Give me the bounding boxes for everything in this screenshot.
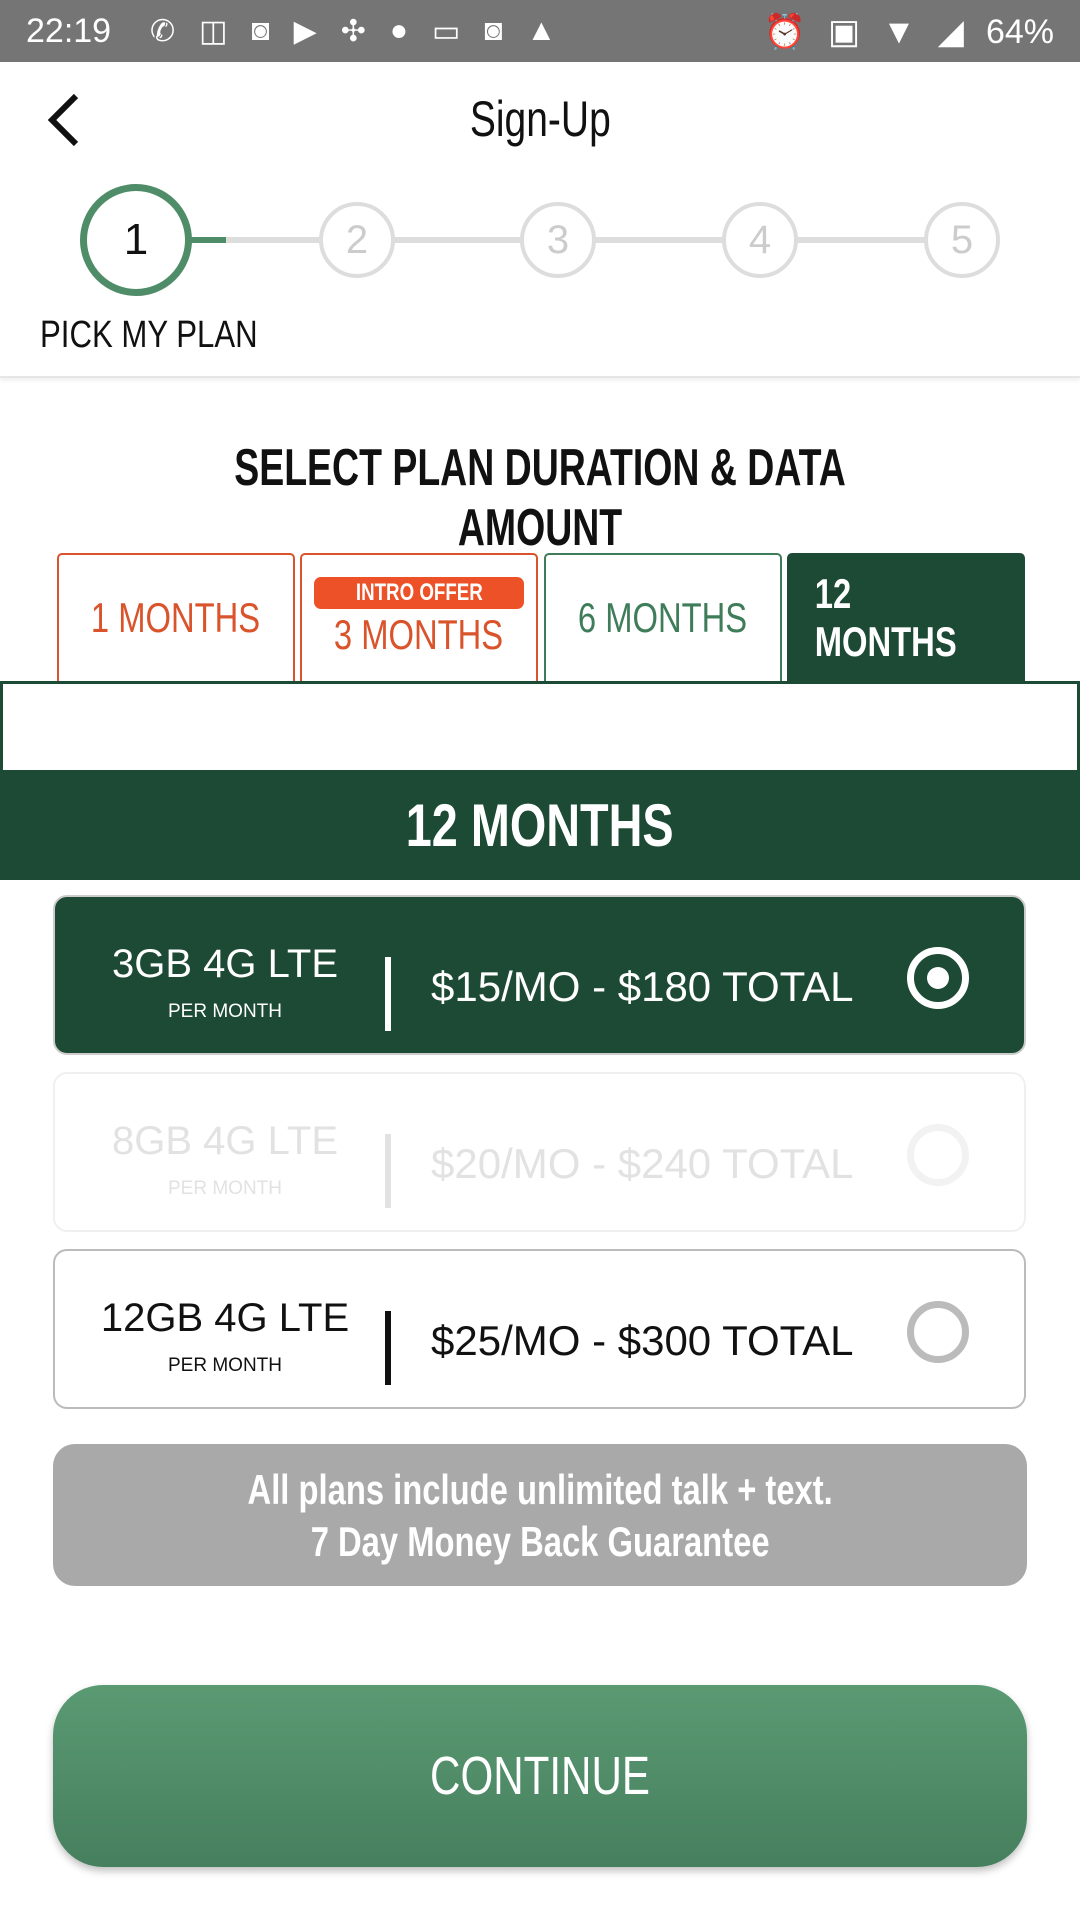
apple-icon: ● (389, 14, 408, 47)
plan-price: $25/MO - $300 TOTAL (431, 1317, 854, 1364)
radio-disabled-icon (907, 1124, 969, 1186)
step-3: 3 (520, 202, 596, 278)
divider (385, 957, 391, 1031)
status-bar: 22:19 ✆ ◫ ◙ ▶ ✣ ● ▭ ◙ ▲ ⏰ ▣ ▼ ◢ 64% (0, 0, 1080, 62)
plan-option-12gb[interactable]: 12GB 4G LTE PER MONTH $25/MO - $300 TOTA… (53, 1249, 1026, 1409)
selected-duration-banner: 12 MONTHS (0, 770, 1080, 880)
tab-6-months[interactable]: 6 MONTHS (544, 553, 782, 683)
whatsapp-icon: ✆ (150, 15, 176, 48)
header: Sign-Up 1 2 3 4 5 PICK MY PLAN (0, 62, 1080, 378)
notification-icons: ✆ ◫ ◙ ▶ ✣ ● ▭ ◙ ▲ (150, 14, 556, 49)
plan-price: $20/MO - $240 TOTAL (431, 1140, 854, 1187)
wifi-icon: ▼ (882, 12, 916, 51)
cast-icon: ▣ (828, 13, 861, 51)
signal-icon: ◢ (937, 13, 964, 51)
step-2: 2 (319, 202, 395, 278)
plan-per: PER MONTH (168, 1178, 282, 1199)
divider (385, 1311, 391, 1385)
status-time: 22:19 (26, 12, 112, 50)
step-5: 5 (924, 202, 1000, 278)
tab-1-months[interactable]: 1 MONTHS (57, 553, 295, 683)
battery-percent: 64% (985, 12, 1054, 51)
intro-offer-badge: INTRO OFFER (314, 577, 524, 609)
gallery-icon: ▲ (526, 14, 557, 47)
radio-selected-icon[interactable] (907, 947, 969, 1009)
step-4: 4 (722, 202, 798, 278)
continue-button[interactable]: CONTINUE (53, 1685, 1027, 1867)
plan-option-3gb[interactable]: 3GB 4G LTE PER MONTH $15/MO - $180 TOTAL (53, 895, 1026, 1055)
divider (385, 1134, 391, 1208)
step-1: 1 (80, 184, 192, 296)
plan-data: 8GB 4G LTE (111, 1119, 338, 1163)
info-line-2: 7 Day Money Back Guarantee (310, 1518, 770, 1565)
pinwheel-icon: ✣ (340, 15, 366, 48)
plan-price: $15/MO - $180 TOTAL (431, 963, 854, 1010)
plan-option-8gb: 8GB 4G LTE PER MONTH $20/MO - $240 TOTAL (53, 1072, 1026, 1232)
instagram-icon: ◙ (251, 14, 270, 47)
radio-unselected-icon[interactable] (907, 1301, 969, 1363)
instagram-icon: ◙ (484, 14, 503, 47)
info-line-1: All plans include unlimited talk + text. (247, 1466, 833, 1513)
plan-per: PER MONTH (168, 1001, 282, 1022)
plan-per: PER MONTH (168, 1355, 282, 1376)
page-title: Sign-Up (469, 91, 611, 147)
tab-12-months[interactable]: 12 MONTHS (787, 553, 1025, 683)
http-icon: ▭ (431, 15, 461, 48)
section-heading: SELECT PLAN DURATION & DATA AMOUNT (234, 439, 846, 557)
step-progress-line (190, 237, 226, 243)
plan-data: 3GB 4G LTE (111, 942, 338, 986)
book-icon: ◫ (199, 15, 228, 48)
system-icons: ⏰ ▣ ▼ ◢ 64% (764, 12, 1054, 52)
info-box: All plans include unlimited talk + text.… (53, 1444, 1027, 1586)
tab-3-months[interactable]: INTRO OFFER 3 MONTHS (300, 553, 538, 683)
plan-data: 12GB 4G LTE (100, 1296, 350, 1340)
step-label: PICK MY PLAN (40, 314, 258, 356)
youtube-icon: ▶ (293, 15, 317, 48)
tab-panel (0, 681, 1080, 771)
alarm-icon: ⏰ (763, 13, 806, 51)
